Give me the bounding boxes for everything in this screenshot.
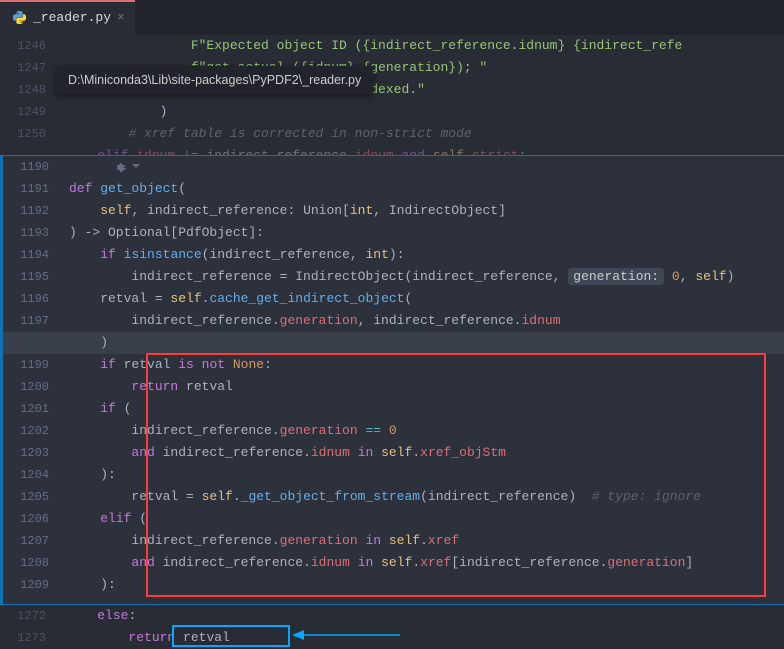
code-line: elif ( bbox=[3, 508, 784, 530]
code-line: return retval bbox=[58, 627, 784, 649]
code-area-bottom[interactable]: else: return retval bbox=[58, 605, 784, 649]
line-number: 1248 bbox=[0, 79, 58, 101]
tab-close-icon[interactable]: × bbox=[117, 10, 125, 25]
definition-peek-panel[interactable]: 1190 1191 1192 1193 1194 1195 1196 1197 … bbox=[0, 155, 784, 605]
code-line: if isinstance(indirect_reference, int): bbox=[3, 244, 784, 266]
editor-tab[interactable]: _reader.py × bbox=[0, 0, 135, 35]
code-line: and indirect_reference.idnum in self.xre… bbox=[3, 552, 784, 574]
code-line: ) -> Optional[PdfObject]: bbox=[3, 222, 784, 244]
line-number: 1246 bbox=[0, 35, 58, 57]
line-number: 1249 bbox=[0, 101, 58, 123]
line-number: 1247 bbox=[0, 57, 58, 79]
code-line: ) bbox=[58, 101, 784, 123]
code-line: indirect_reference.generation == 0 bbox=[3, 420, 784, 442]
path-tooltip: D:\Miniconda3\Lib\site-packages\PyPDF2\_… bbox=[56, 66, 373, 94]
code-line: indirect_reference.generation in self.xr… bbox=[3, 530, 784, 552]
code-line: indirect_reference.generation, indirect_… bbox=[3, 310, 784, 332]
tab-filename: _reader.py bbox=[33, 10, 111, 25]
code-line: if retval is not None: bbox=[3, 354, 784, 376]
code-line: and indirect_reference.idnum in self.xre… bbox=[3, 442, 784, 464]
code-line: return retval bbox=[3, 376, 784, 398]
code-line: indirect_reference = IndirectObject(indi… bbox=[3, 266, 784, 288]
code-line: ) bbox=[3, 332, 784, 354]
code-line: else: bbox=[58, 605, 784, 627]
code-line: F"Expected object ID ({indirect_referenc… bbox=[58, 35, 784, 57]
code-line: ): bbox=[3, 464, 784, 486]
code-line: retval = self.cache_get_indirect_object( bbox=[3, 288, 784, 310]
code-line: # xref table is corrected in non-strict … bbox=[58, 123, 784, 145]
tab-bar: _reader.py × bbox=[0, 0, 784, 35]
line-number: 1273 bbox=[0, 627, 58, 649]
code-line: self, indirect_reference: Union[int, Ind… bbox=[3, 200, 784, 222]
line-number: 1250 bbox=[0, 123, 58, 145]
code-line: retval = self._get_object_from_stream(in… bbox=[3, 486, 784, 508]
editor-area[interactable]: 1246 1247 1248 1249 1250 F"Expected obje… bbox=[0, 35, 784, 649]
code-line bbox=[3, 156, 784, 178]
code-line: def get_object( bbox=[3, 178, 784, 200]
code-line: ): bbox=[3, 574, 784, 596]
python-icon bbox=[12, 10, 27, 25]
line-number: 1272 bbox=[0, 605, 58, 627]
code-line: if ( bbox=[3, 398, 784, 420]
